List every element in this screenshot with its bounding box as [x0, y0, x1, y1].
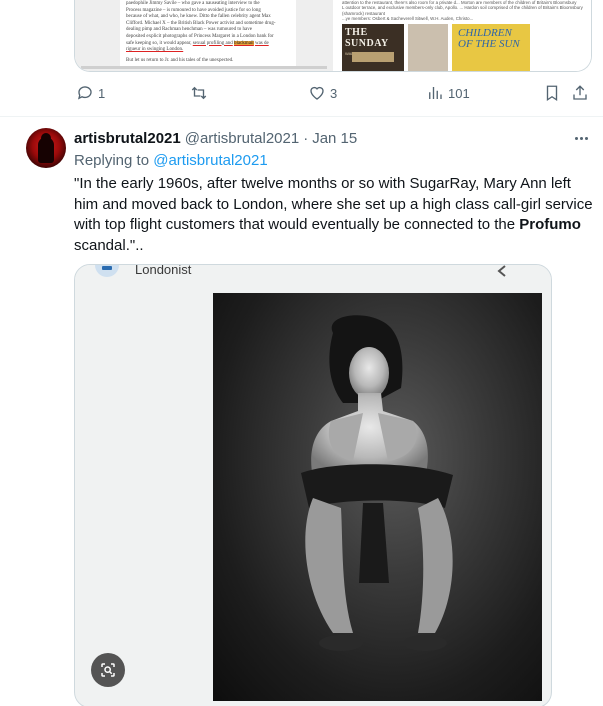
- author-handle[interactable]: @artisbrutal2021: [185, 129, 299, 149]
- views-icon: [429, 87, 442, 99]
- replying-to: Replying to @artisbrutal2021: [74, 151, 268, 171]
- replying-mention[interactable]: @artisbrutal2021: [153, 152, 267, 169]
- tweet-action-bar: 1 3 101: [74, 80, 592, 108]
- tweet-media-image[interactable]: Londonist: [74, 264, 552, 706]
- book-cover-sunday: THE SUNDAY WANTED: [342, 24, 404, 71]
- retweet-button[interactable]: [190, 84, 212, 102]
- replying-prefix: Replying to: [74, 152, 150, 169]
- site-name: Londonist: [135, 264, 192, 277]
- article-line: Process magazine – is rumoured to have a…: [126, 7, 261, 13]
- article-line: But let us return to Jr. and his tales o…: [126, 57, 234, 63]
- book-title: THE SUNDAY: [345, 27, 389, 49]
- article-text: paedophile Jimmy Savile – who gave a nau…: [120, 0, 296, 68]
- article-line: rigueur in swinging London.: [126, 47, 184, 53]
- retweet-icon: [191, 86, 207, 100]
- article-line-start: safe keeping so, it would appear,: [126, 40, 192, 46]
- chevron-left-icon: [497, 265, 506, 277]
- more-icon-dot: [584, 136, 588, 140]
- article-line: deposited explicit photographs of Prince…: [126, 33, 274, 39]
- author-name[interactable]: artisbrutal2021: [74, 129, 181, 149]
- avatar-figure: [38, 133, 54, 163]
- image-search-icon: [101, 663, 115, 677]
- bookmark-button[interactable]: [543, 84, 561, 102]
- books-article-text: attention to the restaurant, there's als…: [342, 0, 587, 22]
- book-stripe: [352, 52, 394, 62]
- tweet-date[interactable]: Jan 15: [312, 129, 357, 149]
- reply-button[interactable]: 1: [76, 84, 105, 102]
- like-button[interactable]: 3: [308, 84, 337, 102]
- tweet-text-part: scandal."..: [74, 236, 144, 254]
- article-line: because of what, and who, he knew. Ditto…: [126, 14, 271, 20]
- tweet-divider: [0, 116, 603, 117]
- article-footer-bar: [81, 66, 327, 69]
- article-line: safe keeping so, it would appear, sexual…: [126, 40, 290, 48]
- book-cover-middle: [408, 24, 448, 71]
- book-cover-children-of-the-sun: CHILDREN OF THE SUN: [452, 24, 530, 71]
- reply-count: 1: [98, 85, 106, 101]
- image-search-button[interactable]: [91, 653, 125, 687]
- tweet-text: "In the early 1960s, after twelve months…: [74, 174, 594, 256]
- views-button[interactable]: 101: [426, 84, 470, 102]
- underlined-text: sexual profiling and: [192, 40, 233, 46]
- article-line: dealing pimp and Rachman henchman – was …: [126, 27, 252, 33]
- tweet-header: artisbrutal2021 @artisbrutal2021 · Jan 1…: [74, 129, 357, 149]
- article-line: Clifford. Michael X – the British Black …: [126, 20, 276, 26]
- books-line: ...ye members: Osbert & Sacheverell Sitw…: [342, 16, 474, 22]
- like-count: 3: [330, 85, 338, 101]
- reply-icon: [77, 86, 92, 100]
- bookmark-icon: [546, 85, 558, 102]
- photo-figure: [301, 315, 453, 651]
- header-separator: ·: [303, 130, 309, 147]
- more-icon-dot: [574, 136, 578, 140]
- underlined-text: was de: [254, 40, 269, 46]
- share-icon: [573, 85, 587, 100]
- views-count: 101: [448, 85, 470, 101]
- media-image-books[interactable]: attention to the restaurant, there's als…: [336, 0, 591, 71]
- photo: [213, 293, 542, 701]
- tweet-text-bold: Profumo: [519, 216, 581, 233]
- book-title: CHILDREN OF THE SUN: [458, 27, 520, 50]
- avatar[interactable]: [26, 128, 66, 168]
- article-line: paedophile Jimmy Savile – who gave a nau…: [126, 1, 260, 6]
- media-image-article[interactable]: paedophile Jimmy Savile – who gave a nau…: [75, 0, 333, 71]
- heart-icon: [310, 86, 324, 100]
- previous-tweet-media[interactable]: paedophile Jimmy Savile – who gave a nau…: [74, 0, 592, 72]
- highlighted-word: blackmail: [233, 40, 254, 46]
- share-button[interactable]: [571, 84, 589, 102]
- tweet-text-part: "In the early 1960s, after twelve months…: [74, 175, 593, 233]
- more-button[interactable]: [571, 130, 591, 146]
- more-icon-dot: [579, 136, 583, 140]
